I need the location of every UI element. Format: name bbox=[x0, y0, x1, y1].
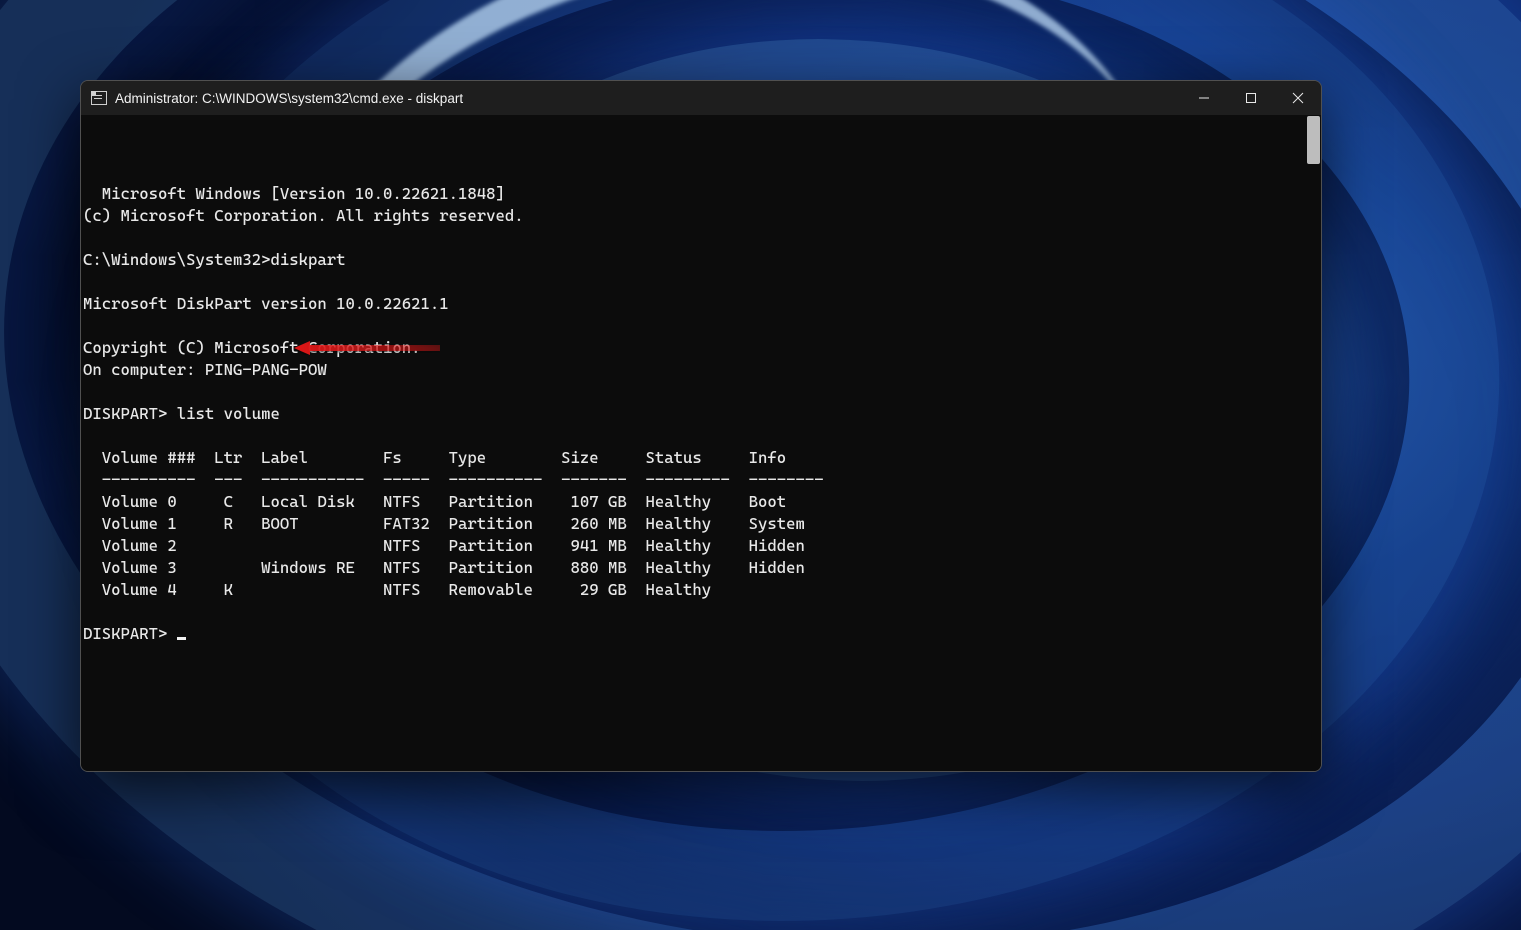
titlebar[interactable]: Administrator: C:\WINDOWS\system32\cmd.e… bbox=[81, 81, 1321, 115]
cmd-icon bbox=[91, 91, 107, 105]
scrollbar-thumb[interactable] bbox=[1307, 116, 1320, 164]
window-title: Administrator: C:\WINDOWS\system32\cmd.e… bbox=[115, 91, 463, 106]
terminal-cursor bbox=[177, 637, 186, 640]
minimize-button[interactable] bbox=[1180, 81, 1227, 115]
cmd-window: Administrator: C:\WINDOWS\system32\cmd.e… bbox=[80, 80, 1322, 772]
terminal-output: Microsoft Windows [Version 10.0.22621.18… bbox=[83, 184, 824, 643]
close-button[interactable] bbox=[1274, 81, 1321, 115]
terminal-viewport[interactable]: Microsoft Windows [Version 10.0.22621.18… bbox=[81, 115, 1321, 771]
maximize-button[interactable] bbox=[1227, 81, 1274, 115]
